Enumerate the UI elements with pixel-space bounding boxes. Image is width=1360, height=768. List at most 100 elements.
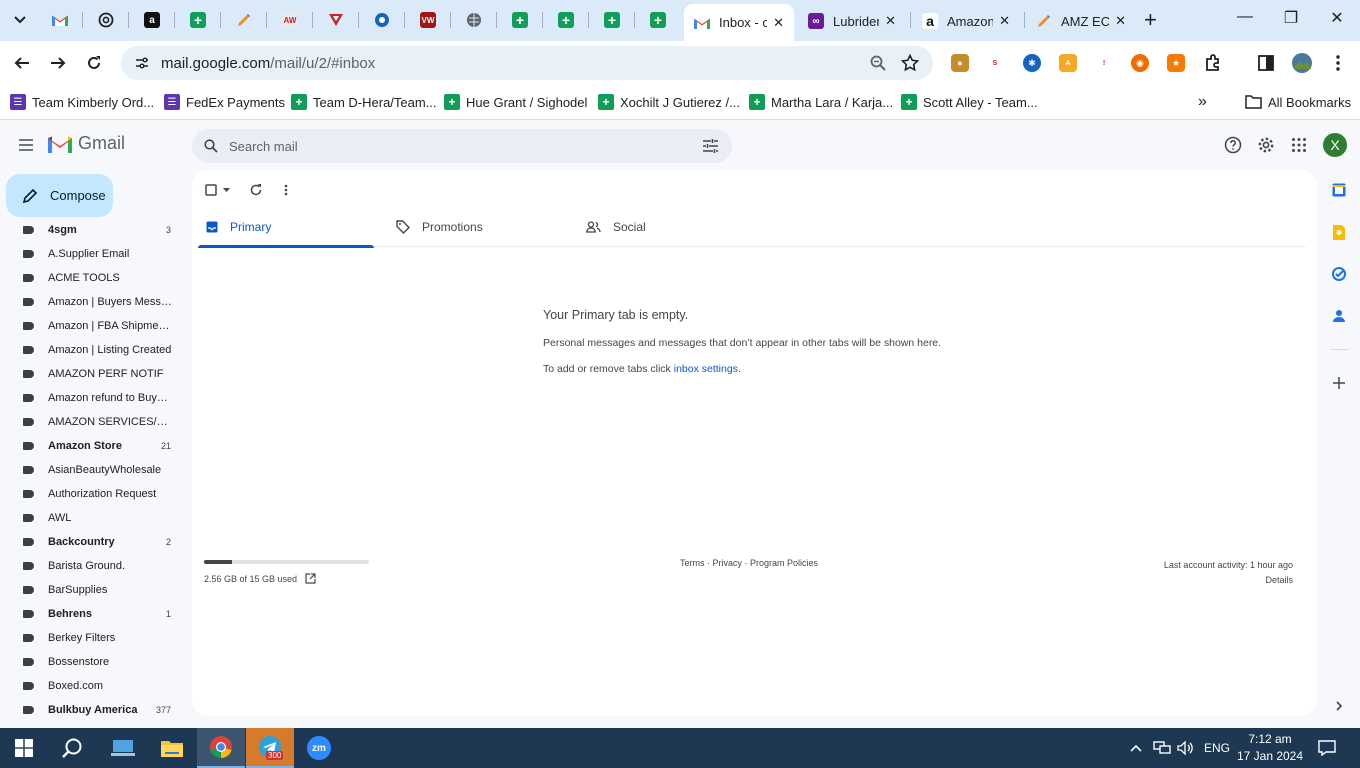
tab-primary[interactable]: Primary <box>198 206 374 248</box>
restore-icon[interactable]: ❐ <box>1276 8 1306 28</box>
sidebar-label-item[interactable]: Backcountry 2 <box>0 530 190 554</box>
sidebar-label-item[interactable]: Barista Ground. <box>0 554 190 578</box>
tab-amz-ec[interactable]: AMZ EC ✕ <box>1026 6 1136 36</box>
show-side-panel-chevron-icon[interactable] <box>1331 698 1347 714</box>
apps-grid-icon[interactable] <box>1289 135 1309 155</box>
pinned-tab-sheets-4[interactable]: + <box>592 6 632 34</box>
sidebar-label-item[interactable]: AsianBeautyWholesale <box>0 458 190 482</box>
tasks-icon[interactable] <box>1331 266 1347 282</box>
new-tab-plus-icon[interactable]: + <box>1144 9 1157 31</box>
zoom-icon[interactable] <box>870 55 886 71</box>
window-close-icon[interactable]: ✕ <box>1322 8 1352 28</box>
sidebar-label-item[interactable]: Boxed.com <box>0 674 190 698</box>
contacts-icon[interactable] <box>1331 308 1347 324</box>
more-actions-icon[interactable] <box>284 180 288 200</box>
tab-close-icon[interactable]: ✕ <box>999 13 1010 29</box>
details-link[interactable]: Details <box>1164 573 1293 588</box>
open-in-new-icon[interactable] <box>305 573 316 584</box>
taskbar-search-icon[interactable] <box>48 728 96 768</box>
extension-honey-icon[interactable]: ● <box>951 54 969 72</box>
profile-avatar-icon[interactable] <box>1290 51 1314 75</box>
sidebar-label-item[interactable]: Amazon | Listing Created <box>0 338 190 362</box>
bookmark-item[interactable]: ☰ FedEx Payments <box>164 92 285 112</box>
sidebar-label-item[interactable]: AWL <box>0 506 190 530</box>
search-icon[interactable] <box>204 139 218 153</box>
pinned-tab-ext[interactable] <box>224 6 264 34</box>
footer-policy-links[interactable]: Terms · Privacy · Program Policies <box>680 558 818 568</box>
side-panel-icon[interactable] <box>1254 51 1278 75</box>
sidebar-label-item[interactable]: Behrens 1 <box>0 602 190 626</box>
sidebar-label-item[interactable]: AMAZON PERF NOTIF <box>0 362 190 386</box>
keep-icon[interactable] <box>1331 224 1347 240</box>
main-menu-icon[interactable] <box>14 133 38 157</box>
pinned-tab-red[interactable] <box>316 6 356 34</box>
pinned-tab-gmail[interactable] <box>40 6 80 34</box>
tab-amazon[interactable]: a Amazon ✕ <box>912 6 1020 36</box>
gmail-logo[interactable]: Gmail <box>48 133 125 154</box>
pinned-tab-vw[interactable]: VW <box>408 6 448 34</box>
extension-alert-icon[interactable]: ! <box>1095 54 1113 72</box>
pinned-tab-openai[interactable] <box>86 6 126 34</box>
extension-star-icon[interactable]: ★ <box>1167 54 1185 72</box>
extension-sellerapp-icon[interactable]: S <box>986 54 1004 72</box>
reload-icon[interactable] <box>82 51 106 75</box>
compose-button[interactable]: Compose <box>6 174 113 217</box>
refresh-icon[interactable] <box>249 180 263 200</box>
sidebar-label-item[interactable]: Amazon Store 21 <box>0 434 190 458</box>
extension-orange-circle-icon[interactable]: ◉ <box>1131 54 1149 72</box>
inbox-settings-link[interactable]: inbox settings <box>674 363 738 375</box>
address-bar[interactable]: mail.google.com/mail/u/2/#inbox <box>121 46 933 80</box>
taskbar-zoom-icon[interactable]: zm <box>295 728 343 768</box>
input-language[interactable]: ENG <box>1204 728 1230 768</box>
settings-gear-icon[interactable] <box>1256 135 1276 155</box>
help-icon[interactable] <box>1223 135 1243 155</box>
sidebar-label-item[interactable]: Amazon | Buyers Messa... <box>0 290 190 314</box>
taskbar-chrome-icon[interactable] <box>197 728 245 768</box>
minimize-icon[interactable]: — <box>1230 8 1260 26</box>
sidebar-label-item[interactable]: BarSupplies <box>0 578 190 602</box>
sidebar-label-item[interactable]: A.Supplier Email <box>0 242 190 266</box>
pinned-tab-sheets-5[interactable]: + <box>638 6 678 34</box>
forward-arrow-icon[interactable] <box>46 51 70 75</box>
sidebar-label-item[interactable]: AMAZON SERVICES/PAY... <box>0 410 190 434</box>
tab-social[interactable]: Social <box>578 206 754 247</box>
taskbar-telegram-icon[interactable]: 300 <box>246 728 294 768</box>
pinned-tab-misc[interactable]: AW <box>270 6 310 34</box>
account-avatar[interactable]: X <box>1323 133 1347 157</box>
bookmark-item[interactable]: ☰ Team Kimberly Ord... <box>10 92 154 112</box>
windows-start-icon[interactable] <box>0 728 48 768</box>
sidebar-label-item[interactable]: Amazon | FBA Shipments <box>0 314 190 338</box>
network-icon[interactable] <box>1153 728 1171 768</box>
pinned-tab-sheets-3[interactable]: + <box>546 6 586 34</box>
bookmark-item[interactable]: + Martha Lara / Karja... <box>749 92 893 112</box>
extension-blue-icon[interactable]: ✱ <box>1023 54 1041 72</box>
sidebar-label-item[interactable]: 4sgm 3 <box>0 222 190 242</box>
select-all-checkbox[interactable] <box>205 180 230 200</box>
bookmark-item[interactable]: + Scott Alley - Team... <box>901 92 1038 112</box>
volume-icon[interactable] <box>1177 728 1193 768</box>
browser-menu-icon[interactable] <box>1326 51 1350 75</box>
calendar-icon[interactable] <box>1331 182 1347 198</box>
tab-close-icon[interactable]: ✕ <box>773 15 784 31</box>
bookmark-item[interactable]: + Hue Grant / Sighodel <box>444 92 587 112</box>
pinned-tab-sheets-2[interactable]: + <box>500 6 540 34</box>
pinned-tab-amazon[interactable]: a <box>132 6 172 34</box>
bookmark-star-icon[interactable] <box>901 54 919 72</box>
system-clock[interactable]: 7:12 am 17 Jan 2024 <box>1236 731 1304 765</box>
all-bookmarks-button[interactable]: All Bookmarks <box>1245 92 1351 112</box>
get-addons-plus-icon[interactable] <box>1331 375 1347 391</box>
taskbar-file-explorer-icon[interactable] <box>148 728 196 768</box>
tab-close-icon[interactable]: ✕ <box>1115 13 1126 29</box>
site-info-tune-icon[interactable] <box>135 56 149 70</box>
show-hidden-icons-chevron[interactable] <box>1130 728 1142 768</box>
tab-close-icon[interactable]: ✕ <box>885 13 896 29</box>
notifications-icon[interactable] <box>1318 728 1336 768</box>
pinned-tab-globe[interactable] <box>454 6 494 34</box>
more-bookmarks-chevron-icon[interactable]: » <box>1198 92 1207 112</box>
select-dropdown-caret-icon[interactable] <box>223 188 230 192</box>
back-arrow-icon[interactable] <box>10 51 34 75</box>
sidebar-label-item[interactable]: Bossenstore <box>0 650 190 674</box>
sidebar-label-item[interactable]: Authorization Request <box>0 482 190 506</box>
tab-gmail-inbox[interactable]: Inbox - c ✕ <box>684 4 794 41</box>
search-options-tune-icon[interactable] <box>703 139 718 153</box>
